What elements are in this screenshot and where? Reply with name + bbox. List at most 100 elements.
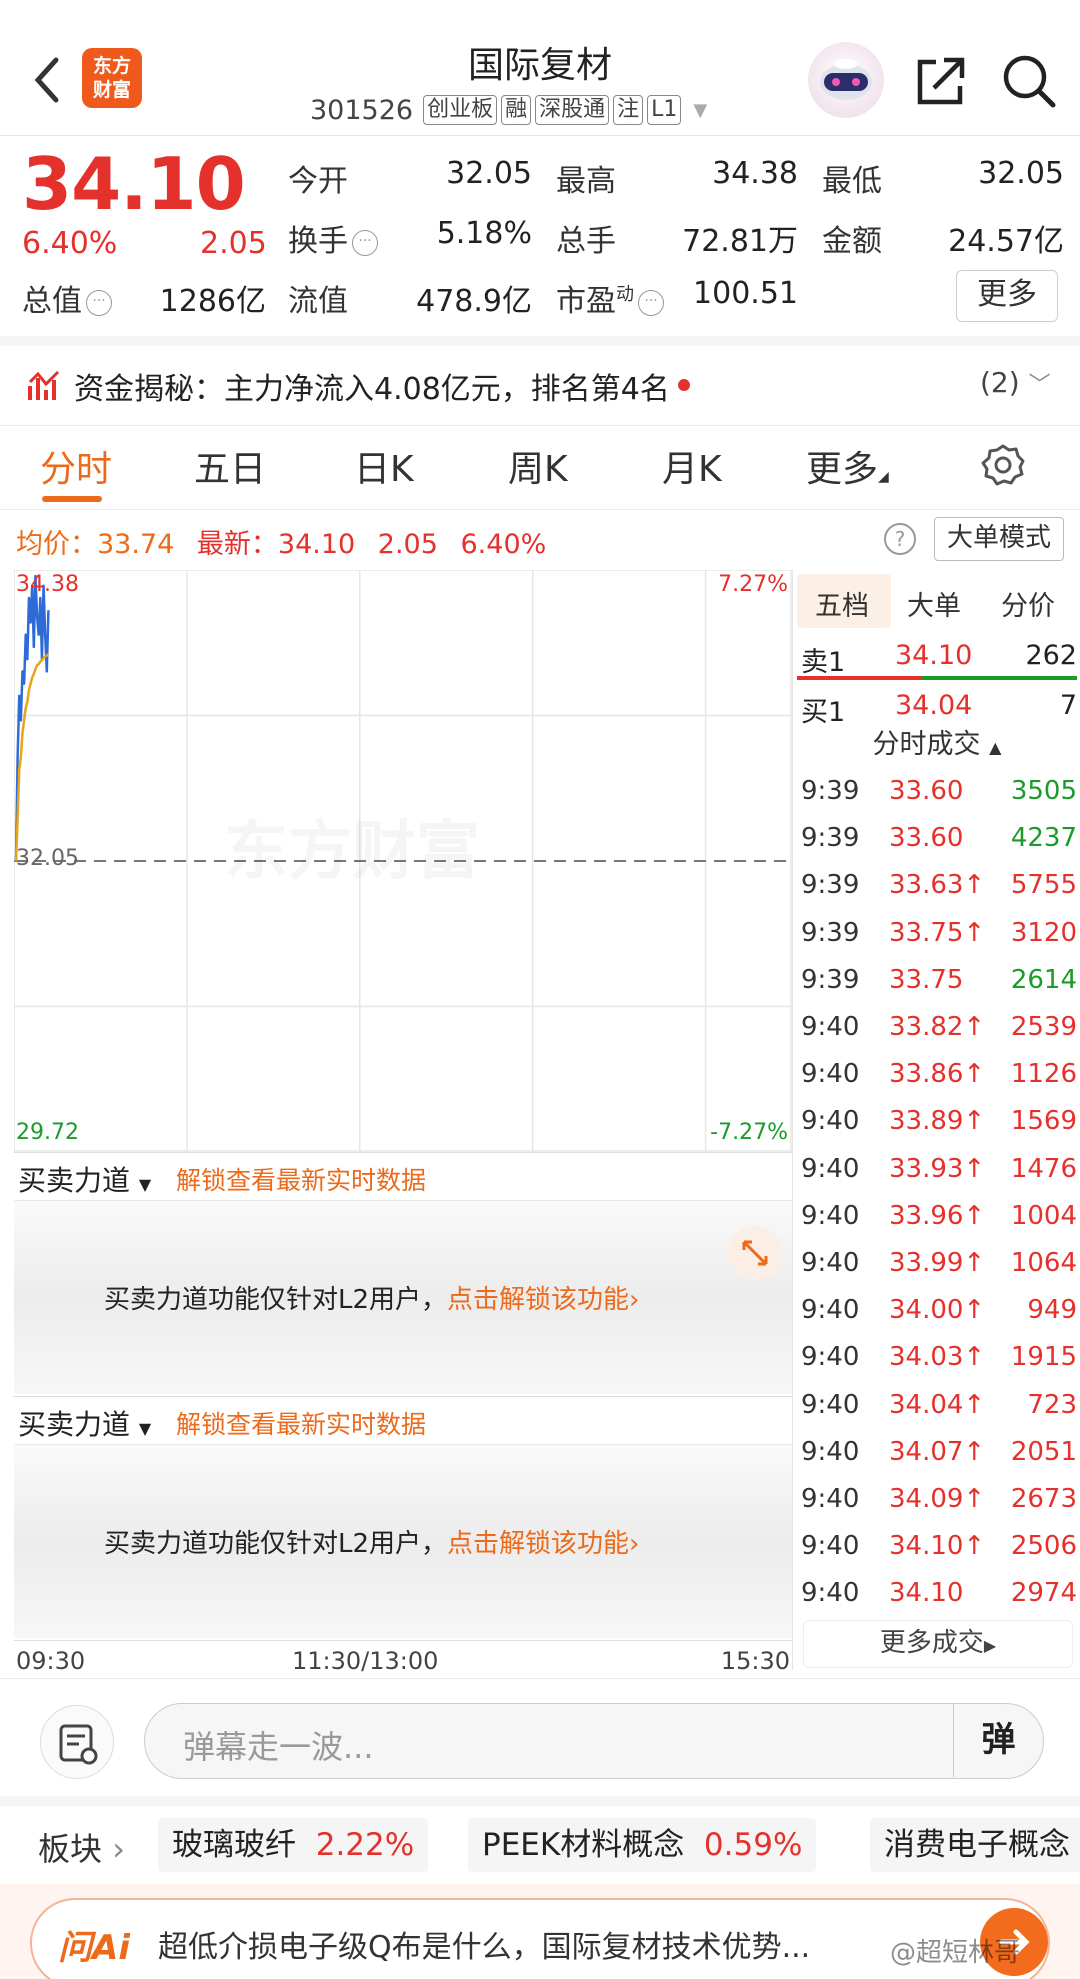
- stock-title[interactable]: 国际复材: [380, 36, 700, 88]
- more-trades-button[interactable]: 更多成交▶: [803, 1620, 1073, 1668]
- expand-icon: [742, 1240, 768, 1266]
- tick-volume: 1569: [1010, 1106, 1077, 1137]
- chevron-right-icon: ›: [112, 1830, 125, 1868]
- back-button[interactable]: [28, 50, 68, 110]
- tick-volume: 949: [1027, 1295, 1077, 1326]
- l2-header-1: 买卖力道 ▼ 解锁查看最新实时数据: [14, 1152, 792, 1200]
- tab-more-label: 更多: [806, 449, 879, 490]
- tag-level: L1: [647, 95, 682, 125]
- y-base-label: 32.05: [16, 846, 79, 871]
- trade-tick-row: 9:40 34.07↑ 2051: [793, 1429, 1080, 1476]
- tick-price: 33.60: [889, 776, 964, 806]
- order-book-panel: 五档 大单 分价 卖1 34.10 262 买1 34.04 7 分时成交 ▲ …: [792, 570, 1080, 1670]
- sector-chip[interactable]: PEEK材料概念 0.59%: [468, 1818, 817, 1872]
- fund-flow-text: 资金揭秘：主力净流入4.08亿元，排名第4名: [74, 364, 690, 408]
- unlock-link-1[interactable]: 解锁查看最新实时数据: [176, 1161, 426, 1197]
- settings-button[interactable]: [980, 442, 1026, 488]
- change-percent: 6.40%: [22, 226, 118, 261]
- low-label: 最低: [822, 164, 882, 199]
- danmu-icon: [59, 1724, 98, 1765]
- fund-flow-banner[interactable]: 资金揭秘：主力净流入4.08亿元，排名第4名 (2) ﹀: [0, 336, 1080, 426]
- tab-five-levels[interactable]: 五档: [815, 584, 869, 623]
- high-label: 最高: [556, 164, 616, 199]
- expand-button[interactable]: [728, 1226, 782, 1280]
- unread-dot: [677, 379, 690, 391]
- danmu-toggle-button[interactable]: 弹: [953, 1704, 1043, 1777]
- big-order-mode-button[interactable]: 大单模式: [934, 517, 1064, 561]
- app-logo: 东方财富: [82, 48, 142, 108]
- sell1-label: 卖1: [801, 647, 846, 678]
- circ-value-label: 流值: [288, 284, 348, 319]
- ticks-title: 分时成交: [872, 729, 981, 760]
- tab-five-day[interactable]: 五日: [194, 440, 266, 492]
- sector-label[interactable]: 板块 ›: [38, 1824, 125, 1870]
- tab-monthly-k[interactable]: 月K: [662, 440, 722, 492]
- tick-price: 34.09↑: [889, 1484, 986, 1514]
- pe-label[interactable]: 市盈动 ···: [556, 276, 664, 320]
- current-price: 34.10: [22, 142, 246, 226]
- more-fields-button[interactable]: 更多: [956, 270, 1058, 322]
- tab-daily-k[interactable]: 日K: [354, 440, 414, 492]
- tick-volume: 5755: [1010, 870, 1077, 901]
- trade-tick-row: 9:40 34.03↑ 1915: [793, 1334, 1080, 1381]
- sector-chip[interactable]: 消费电子概念: [870, 1818, 1080, 1872]
- trade-tick-row: 9:40 34.09↑ 2673: [793, 1476, 1080, 1523]
- circ-value: 478.9亿: [416, 284, 532, 319]
- sector-name: PEEK材料概念: [482, 1827, 685, 1863]
- tab-weekly-k[interactable]: 周K: [508, 440, 568, 492]
- danmu-input[interactable]: 弹幕走一波... 弹: [144, 1703, 1044, 1779]
- turnover-label-text: 换手: [288, 224, 348, 259]
- unlock-link-2[interactable]: 解锁查看最新实时数据: [176, 1405, 426, 1441]
- sector-pct: 2.22%: [315, 1827, 415, 1863]
- tick-price: 33.63↑: [889, 870, 986, 901]
- buy1-volume: 7: [1059, 690, 1077, 721]
- sector-name: 消费电子概念: [884, 1827, 1070, 1863]
- fund-flow-content: 资金揭秘：主力净流入4.08亿元，排名第4名: [74, 372, 670, 407]
- danmu-settings-button[interactable]: [40, 1705, 114, 1779]
- sector-chip[interactable]: 玻璃玻纤 2.22%: [158, 1818, 429, 1872]
- tick-time: 9:40: [801, 1012, 860, 1042]
- l2-locked-panel-2: 买卖力道功能仅针对L2用户，点击解锁该功能›: [14, 1444, 792, 1638]
- share-button[interactable]: [912, 52, 970, 110]
- tick-volume: 723: [1027, 1389, 1077, 1420]
- tick-time: 9:39: [801, 917, 860, 948]
- tick-price: 33.96↑: [889, 1200, 986, 1231]
- fund-count-text: (2): [980, 366, 1020, 399]
- tab-more[interactable]: 更多◢: [806, 440, 889, 492]
- tab-big-orders[interactable]: 大单: [907, 584, 961, 623]
- tick-price: 33.75↑: [889, 917, 986, 948]
- chevron-down-icon: ▼: [693, 99, 708, 121]
- tick-time: 9:40: [801, 1578, 860, 1609]
- amount-value: 24.57亿: [948, 224, 1064, 259]
- tick-price: 33.99↑: [889, 1248, 986, 1278]
- tab-intraday[interactable]: 分时: [40, 440, 112, 492]
- comment-bar: 弹幕走一波... 弹: [0, 1678, 1080, 1796]
- image-watermark: @超短林哥: [890, 1938, 1021, 1968]
- info-icon[interactable]: ···: [352, 230, 378, 256]
- tick-volume: 3505: [1010, 776, 1077, 806]
- volume-label: 总手: [556, 224, 616, 259]
- indicator-select-2[interactable]: 买卖力道 ▼: [18, 1403, 151, 1443]
- info-icon[interactable]: ···: [86, 290, 112, 316]
- help-icon[interactable]: ?: [884, 523, 916, 555]
- x-label-open: 09:30: [16, 1647, 86, 1675]
- turnover-label[interactable]: 换手 ···: [288, 216, 378, 260]
- tab-price-dist[interactable]: 分价: [1001, 584, 1055, 623]
- search-icon: [1003, 55, 1056, 108]
- amount-label: 金额: [822, 224, 882, 259]
- sector-name: 玻璃玻纤: [172, 1827, 296, 1863]
- sell-level-1: 卖1 34.10 262: [793, 632, 1080, 680]
- ticks-header[interactable]: 分时成交 ▲: [793, 722, 1080, 762]
- indicator-select-1[interactable]: 买卖力道 ▼: [18, 1159, 151, 1199]
- search-button[interactable]: [1000, 52, 1058, 110]
- tick-volume: 2051: [1010, 1436, 1077, 1467]
- l2-unlock-link-2[interactable]: 点击解锁该功能: [447, 1529, 629, 1559]
- l2-locked-panel-1: 买卖力道功能仅针对L2用户，点击解锁该功能›: [14, 1200, 792, 1394]
- total-value-label[interactable]: 总值 ···: [22, 276, 112, 320]
- stock-subline[interactable]: 301526 创业板 融 深股通 注 L1 ▼: [310, 92, 707, 128]
- indicator-select-label: 买卖力道: [18, 1408, 131, 1441]
- sell1-volume: 262: [1025, 640, 1077, 671]
- l2-unlock-link-1[interactable]: 点击解锁该功能: [447, 1285, 629, 1315]
- ai-robot-avatar[interactable]: [808, 42, 884, 118]
- intraday-chart[interactable]: 34.38 7.27% 32.05 29.72 -7.27% 东方财富: [14, 570, 792, 1152]
